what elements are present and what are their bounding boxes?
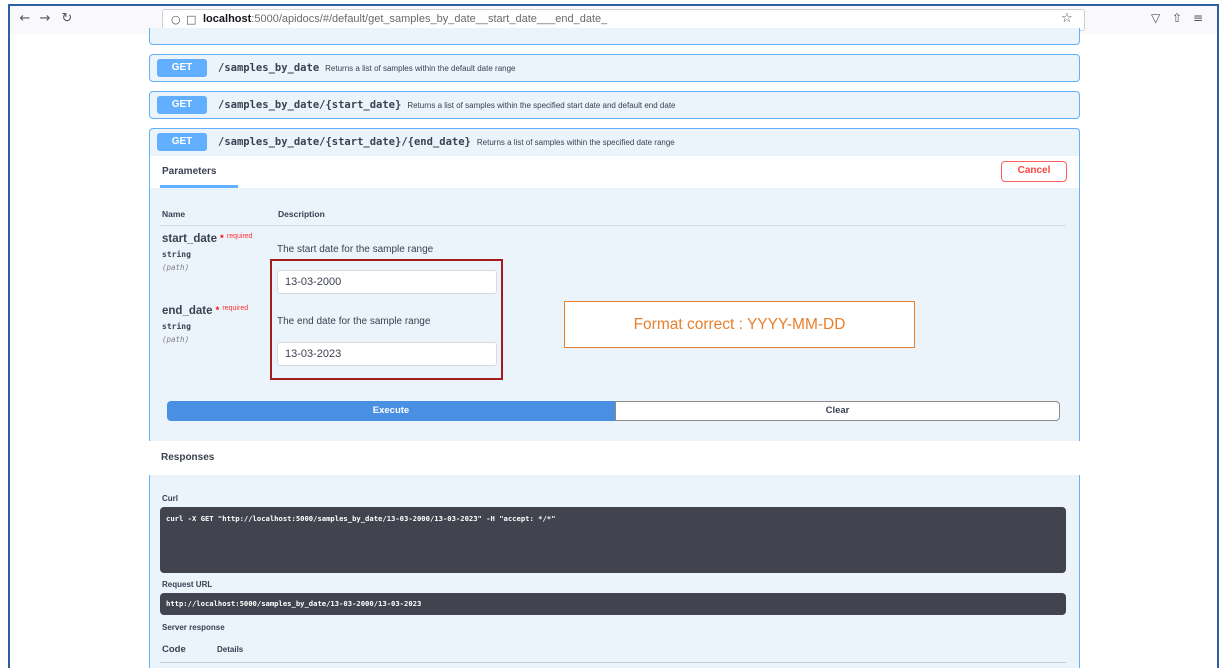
request-url: http://localhost:5000/samples_by_date/13… (166, 599, 422, 608)
method-badge: GET (157, 59, 207, 77)
responses-title: Responses (161, 452, 215, 463)
star-icon[interactable]: ☆ (1061, 11, 1073, 27)
param-location: (path) (162, 263, 190, 272)
method-badge: GET (157, 133, 207, 151)
opblock-samples-by-date[interactable]: GET /samples_by_date Returns a list of s… (149, 54, 1080, 82)
endpoint-description: Returns a list of samples within the def… (325, 63, 516, 73)
opblock-summary[interactable]: GET /samples_by_date/{start_date} Return… (150, 92, 1079, 118)
format-annotation: Format correct : YYYY-MM-DD (564, 301, 915, 348)
server-response-label: Server response (162, 623, 225, 632)
required-star: * (220, 233, 224, 243)
tab-underline (160, 185, 238, 188)
header-divider (160, 225, 1066, 226)
execute-button[interactable]: Execute (167, 401, 615, 421)
url-path: :5000/apidocs/#/default/get_samples_by_d… (251, 13, 608, 25)
endpoint-path: /samples_by_date (218, 62, 320, 74)
endpoint-description: Returns a list of samples within the spe… (407, 100, 676, 110)
curl-label: Curl (162, 494, 178, 503)
request-url-box[interactable]: http://localhost:5000/samples_by_date/13… (160, 593, 1066, 615)
required-label: required (226, 233, 253, 240)
details-column-header: Details (217, 645, 244, 654)
column-name-header: Name (162, 209, 186, 219)
param-name-start-date: start_date * required (162, 233, 253, 245)
arrow-left-icon[interactable]: ← (16, 10, 34, 28)
shield-icon[interactable]: ○ (171, 12, 181, 28)
column-description-header: Description (278, 209, 325, 219)
endpoint-path: /samples_by_date/{start_date}/{end_date} (218, 136, 471, 148)
opblock-summary[interactable]: GET /samples_by_date/{start_date}/{end_d… (150, 129, 1079, 155)
param-location: (path) (162, 335, 190, 344)
tab-parameters[interactable]: Parameters (162, 166, 216, 177)
required-label: required (222, 305, 249, 312)
param-type: string (162, 322, 191, 331)
arrow-right-icon[interactable]: → (36, 10, 54, 28)
opblock-summary[interactable]: GET /samples_by_date Returns a list of s… (150, 55, 1079, 81)
param-type: string (162, 250, 191, 259)
endpoint-description: Returns a list of samples within the spe… (476, 137, 675, 147)
responses-header: Responses (149, 441, 1080, 475)
reload-icon[interactable]: ↻ (58, 10, 76, 28)
param-name-text: start_date (162, 233, 217, 245)
url-text[interactable]: localhost:5000/apidocs/#/default/get_sam… (203, 13, 607, 25)
cancel-button[interactable]: Cancel (1001, 161, 1067, 182)
parameters-header: Parameters Cancel (150, 156, 1079, 188)
endpoint-path: /samples_by_date/{start_date} (218, 99, 402, 111)
inputs-highlight-box (270, 259, 503, 380)
method-badge: GET (157, 96, 207, 114)
opblock-cut-off (149, 28, 1080, 45)
clear-button[interactable]: Clear (615, 401, 1060, 421)
curl-command-box[interactable]: curl -X GET "http://localhost:5000/sampl… (160, 507, 1066, 573)
url-host: localhost (203, 13, 252, 25)
required-star: * (215, 305, 220, 315)
param-description: The start date for the sample range (277, 244, 434, 255)
pocket-icon[interactable]: ▽ (1151, 11, 1160, 25)
param-name-end-date: end_date * required (162, 305, 248, 317)
share-icon[interactable]: ⇧ (1172, 11, 1182, 25)
request-url-label: Request URL (162, 580, 213, 589)
code-column-header: Code (162, 644, 186, 655)
param-name-text: end_date (162, 305, 213, 317)
page-icon: □ (186, 13, 197, 26)
response-divider (160, 662, 1066, 663)
hamburger-menu-icon[interactable]: ≡ (1193, 11, 1203, 25)
curl-command: curl -X GET "http://localhost:5000/sampl… (166, 514, 556, 523)
opblock-samples-by-start-date[interactable]: GET /samples_by_date/{start_date} Return… (149, 91, 1080, 119)
